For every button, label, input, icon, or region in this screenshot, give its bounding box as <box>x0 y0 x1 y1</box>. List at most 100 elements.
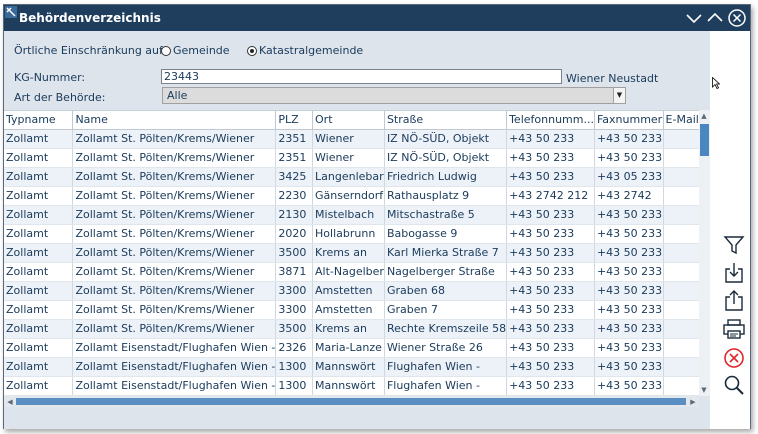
table-row[interactable]: Zollamt Zollamt Eisenstadt/Flughafen Wien… <box>4 338 710 358</box>
scroll-left-icon[interactable]: ◀ <box>5 397 15 407</box>
table-cell: Zollamt St. Pölten/Krems/Wiener <box>72 205 277 225</box>
kg-number-label: KG-Nummer: <box>14 71 86 84</box>
table-cell: Mannswört <box>312 376 385 396</box>
table-cell: 2351 <box>275 129 314 149</box>
column-header-telefonnumm[interactable]: Telefonnumm... <box>506 111 595 130</box>
table-cell: IZ NÖ-SÜD, Objekt <box>384 129 508 149</box>
table-cell: Zollamt <box>4 205 74 225</box>
table-row[interactable]: Zollamt Zollamt St. Pölten/Krems/Wiener 22… <box>4 186 710 206</box>
column-header-plz[interactable]: PLZ <box>275 111 314 130</box>
table-row[interactable]: Zollamt Zollamt St. Pölten/Krems/Wiener 33… <box>4 281 710 301</box>
table-cell: Zollamt St. Pölten/Krems/Wiener <box>72 148 277 168</box>
table-cell: Mannswört <box>312 357 385 377</box>
table-cell: Zollamt <box>4 167 74 187</box>
table-cell: 3425 <box>275 167 314 187</box>
table-cell: Wiener <box>312 129 385 149</box>
column-header-straße[interactable]: Straße <box>384 111 508 130</box>
search-icon[interactable] <box>722 373 746 397</box>
table-cell: Zollamt St. Pölten/Krems/Wiener <box>72 243 277 263</box>
collapse-icon[interactable] <box>684 8 704 28</box>
table-row[interactable]: Zollamt Zollamt St. Pölten/Krems/Wiener 35… <box>4 319 710 339</box>
print-icon[interactable] <box>722 317 746 341</box>
vertical-scrollbar[interactable]: ▲ ▼ <box>699 110 710 396</box>
close-icon[interactable] <box>727 8 747 28</box>
radio-gemeinde[interactable] <box>161 46 171 56</box>
table-cell: +43 50 233 <box>506 357 595 377</box>
table-cell: Zollamt St. Pölten/Krems/Wiener <box>72 129 277 149</box>
vertical-scroll-thumb[interactable] <box>700 124 709 156</box>
table-cell: 2326 <box>275 338 314 358</box>
table-row[interactable]: Zollamt Zollamt St. Pölten/Krems/Wiener 38… <box>4 262 710 282</box>
table-cell: +43 05 233 <box>594 167 664 187</box>
scroll-right-icon[interactable]: ▶ <box>688 397 698 407</box>
table-cell: 3500 <box>275 243 314 263</box>
table-cell: 2351 <box>275 148 314 168</box>
table-cell: +43 50 233 <box>506 243 595 263</box>
table-row[interactable]: Zollamt Zollamt St. Pölten/Krems/Wiener 20… <box>4 224 710 244</box>
status-bar <box>4 407 710 429</box>
action-toolbar <box>710 31 750 429</box>
radio-katastralgemeinde[interactable] <box>247 46 257 56</box>
table-cell: Zollamt <box>4 300 74 320</box>
table-cell: Zollamt <box>4 281 74 301</box>
table-cell: +43 50 233 <box>594 281 664 301</box>
table-cell: Zollamt St. Pölten/Krems/Wiener <box>72 281 277 301</box>
table-cell: 1300 <box>275 357 314 377</box>
table-row[interactable]: Zollamt Zollamt St. Pölten/Krems/Wiener 35… <box>4 243 710 263</box>
table-cell: Zollamt Eisenstadt/Flughafen Wien - <box>72 376 277 396</box>
table-cell: Amstetten <box>312 300 385 320</box>
table-cell: Friedrich Ludwig <box>384 167 508 187</box>
table-row[interactable]: Zollamt Zollamt Eisenstadt/Flughafen Wien… <box>4 376 710 396</box>
kg-number-input[interactable]: 23443 <box>161 69 562 84</box>
horizontal-scroll-thumb[interactable] <box>16 398 686 405</box>
export-icon[interactable] <box>722 288 746 312</box>
scroll-up-icon[interactable]: ▲ <box>699 111 709 121</box>
table-cell: +43 50 233 <box>506 167 595 187</box>
table-cell: +43 50 233 <box>506 224 595 244</box>
dropdown-arrow-icon[interactable]: ▼ <box>613 88 625 103</box>
authority-type-select[interactable]: Alle ▼ <box>162 87 626 104</box>
table-row[interactable]: Zollamt Zollamt St. Pölten/Krems/Wiener 33… <box>4 300 710 320</box>
cancel-icon[interactable] <box>722 346 746 370</box>
table-cell: 2230 <box>275 186 314 206</box>
main-window: Behördenverzeichnis Örtliche Einschränku… <box>3 4 751 429</box>
table-row[interactable]: Zollamt Zollamt St. Pölten/Krems/Wiener 23… <box>4 148 710 168</box>
column-header-ort[interactable]: Ort <box>312 111 385 130</box>
table-cell: Zollamt <box>4 224 74 244</box>
table-cell: Krems an <box>312 319 385 339</box>
table-cell: +43 50 233 <box>506 262 595 282</box>
expand-icon[interactable] <box>705 8 725 28</box>
filter-icon[interactable] <box>722 233 746 257</box>
table-cell: 3300 <box>275 300 314 320</box>
table-row[interactable]: Zollamt Zollamt St. Pölten/Krems/Wiener 23… <box>4 129 710 149</box>
table-cell: +43 50 233 <box>594 148 664 168</box>
table-cell: Babogasse 9 <box>384 224 508 244</box>
table-cell: Zollamt Eisenstadt/Flughafen Wien - <box>72 338 277 358</box>
table-cell: 3300 <box>275 281 314 301</box>
table-cell: +43 50 233 <box>506 281 595 301</box>
column-header-typname[interactable]: Typname <box>4 111 74 130</box>
table-cell: Wiener Straße 26 <box>384 338 508 358</box>
table-cell: Mitschastraße 5 <box>384 205 508 225</box>
table-cell: Maria-Lanze <box>312 338 385 358</box>
column-header-faxnummer[interactable]: Faxnummer <box>594 111 664 130</box>
radio-gemeinde-label[interactable]: Gemeinde <box>173 44 230 57</box>
table-cell: Hollabrunn <box>312 224 385 244</box>
radio-katastralgemeinde-label[interactable]: Katastralgemeinde <box>259 44 363 57</box>
table-row[interactable]: Zollamt Zollamt St. Pölten/Krems/Wiener 21… <box>4 205 710 225</box>
table-cell: Zollamt <box>4 376 74 396</box>
table-cell: Zollamt <box>4 338 74 358</box>
table-cell: Zollamt <box>4 148 74 168</box>
table-row[interactable]: Zollamt Zollamt Eisenstadt/Flughafen Wien… <box>4 357 710 377</box>
table-cell: +43 50 233 <box>506 129 595 149</box>
table-cell: Zollamt <box>4 357 74 377</box>
import-icon[interactable] <box>722 261 746 285</box>
restriction-label: Örtliche Einschränkung auf: <box>14 44 167 57</box>
authority-type-value: Alle <box>167 89 188 102</box>
table-cell: +43 50 233 <box>594 243 664 263</box>
column-header-name[interactable]: Name <box>72 111 277 130</box>
horizontal-scrollbar[interactable]: ◀ ▶ <box>4 396 699 407</box>
table-row[interactable]: Zollamt Zollamt St. Pölten/Krems/Wiener 34… <box>4 167 710 187</box>
scroll-down-icon[interactable]: ▼ <box>699 385 709 395</box>
table-cell: Zollamt St. Pölten/Krems/Wiener <box>72 186 277 206</box>
